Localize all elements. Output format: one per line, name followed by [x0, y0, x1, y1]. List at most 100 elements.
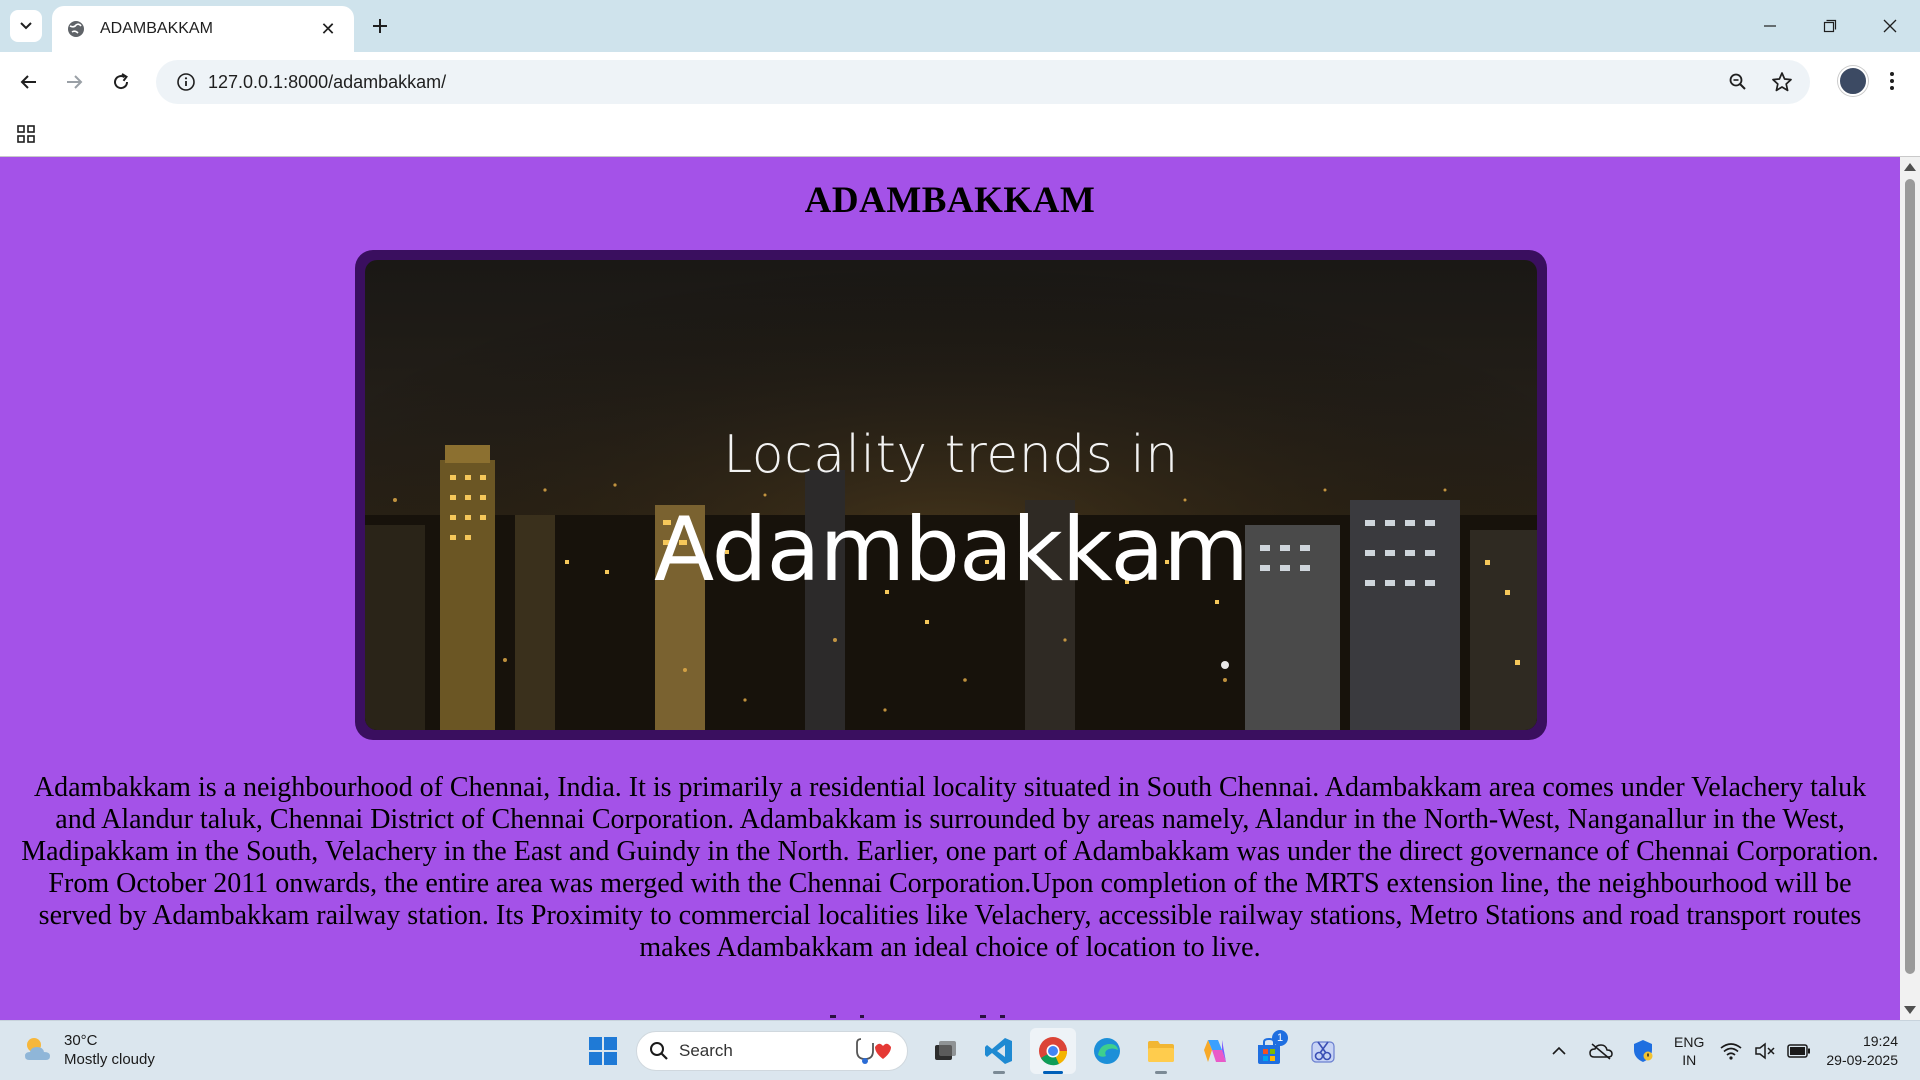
- taskbar-search[interactable]: Search: [636, 1031, 908, 1071]
- taskbar-apps: Search 1: [580, 1027, 1350, 1075]
- close-icon: [1883, 19, 1897, 33]
- wifi-icon: [1720, 1043, 1742, 1060]
- show-hidden-icons-button[interactable]: [1544, 1036, 1574, 1066]
- plus-icon: [373, 19, 387, 33]
- taskbar-snipping-tool[interactable]: [1300, 1028, 1346, 1074]
- hero-image-frame: Locality trends in Adambakkam: [355, 250, 1547, 740]
- profile-avatar[interactable]: [1838, 66, 1868, 96]
- city-skyline-illustration: [365, 260, 1537, 730]
- taskbar: 30°C Mostly cloudy Search 1 ENG IN 19:24…: [0, 1020, 1920, 1080]
- store-notification-badge: 1: [1272, 1030, 1288, 1046]
- browser-menu-button[interactable]: [1878, 66, 1906, 96]
- reload-icon: [114, 73, 129, 90]
- browser-toolbar: 127.0.0.1:8000/adambakkam/: [0, 52, 1920, 112]
- search-highlight-icon: [856, 1038, 891, 1064]
- window-controls: [1740, 0, 1920, 52]
- back-button[interactable]: [13, 66, 45, 98]
- info-icon: [177, 73, 195, 91]
- taskbar-task-view[interactable]: [922, 1028, 968, 1074]
- hero-subtitle: Locality trends in: [723, 425, 1179, 485]
- battery-tray-button[interactable]: [1784, 1036, 1814, 1066]
- apps-button[interactable]: [12, 120, 40, 148]
- scroll-up-arrow-icon[interactable]: [1904, 163, 1916, 171]
- scroll-thumb[interactable]: [1905, 179, 1915, 974]
- running-indicator: [993, 1071, 1005, 1074]
- search-placeholder: Search: [679, 1041, 733, 1060]
- taskbar-store[interactable]: 1: [1246, 1028, 1292, 1074]
- onedrive-tray-button[interactable]: [1586, 1036, 1616, 1066]
- volume-muted-icon: [1755, 1042, 1775, 1060]
- taskbar-copilot[interactable]: [1192, 1028, 1238, 1074]
- url-text[interactable]: 127.0.0.1:8000/adambakkam/: [208, 72, 1716, 93]
- clock[interactable]: 19:24 29-09-2025: [1826, 1032, 1898, 1070]
- restore-button[interactable]: [1800, 0, 1860, 52]
- zoom-button[interactable]: [1716, 60, 1760, 104]
- snipping-tool-icon: [1311, 1041, 1335, 1063]
- chrome-icon: [1039, 1037, 1068, 1066]
- copilot-icon: [1204, 1040, 1226, 1062]
- star-icon: [1772, 72, 1792, 92]
- region-code: IN: [1682, 1052, 1697, 1068]
- tab-strip: ADAMBAKKAM ✕: [0, 0, 1920, 52]
- taskbar-chrome[interactable]: [1030, 1028, 1076, 1074]
- scroll-down-arrow-icon[interactable]: [1904, 1006, 1916, 1014]
- running-indicator: [1155, 1071, 1167, 1074]
- apps-grid-icon: [17, 125, 35, 143]
- language-indicator[interactable]: ENG IN: [1674, 1033, 1704, 1069]
- chevron-up-icon: [1552, 1046, 1566, 1055]
- arrow-left-icon: [20, 75, 36, 89]
- hero-image: Locality trends in Adambakkam: [365, 260, 1537, 730]
- active-tab[interactable]: ADAMBAKKAM ✕: [52, 6, 354, 52]
- site-info-button[interactable]: [164, 60, 208, 104]
- weather-temperature: 30°C: [64, 1032, 98, 1049]
- vscode-icon: [985, 1038, 1012, 1064]
- reload-button[interactable]: [105, 66, 137, 98]
- hero-title: Adambakkam: [654, 498, 1249, 601]
- zoom-icon: [1729, 73, 1746, 90]
- chevron-down-icon: [20, 22, 32, 30]
- clock-date: 29-09-2025: [1826, 1052, 1898, 1068]
- search-icon: [650, 1042, 668, 1060]
- security-tray-button[interactable]: [1628, 1036, 1658, 1066]
- wifi-tray-button[interactable]: [1716, 1036, 1746, 1066]
- weather-condition: Mostly cloudy: [64, 1051, 155, 1068]
- tab-title: ADAMBAKKAM: [100, 20, 213, 37]
- taskbar-vscode[interactable]: [976, 1028, 1022, 1074]
- partially-visible-text-line: [830, 1015, 1005, 1018]
- task-view-icon: [935, 1041, 956, 1060]
- page-viewport: ADAMBAKKAM Locality trends in Adambakkam…: [0, 157, 1900, 1020]
- minimize-icon: [1764, 25, 1776, 27]
- minimize-button[interactable]: [1740, 0, 1800, 52]
- windows-logo-icon: [589, 1037, 617, 1065]
- taskbar-file-explorer[interactable]: [1138, 1028, 1184, 1074]
- tab-search-button[interactable]: [10, 10, 42, 42]
- restore-icon: [1823, 19, 1837, 33]
- arrow-right-icon: [67, 75, 83, 89]
- close-tab-icon[interactable]: ✕: [316, 17, 340, 41]
- weather-widget[interactable]: 30°C Mostly cloudy: [20, 1031, 155, 1069]
- folder-icon: [1148, 1041, 1174, 1062]
- partly-cloudy-icon: [25, 1038, 50, 1060]
- close-window-button[interactable]: [1860, 0, 1920, 52]
- active-indicator: [1043, 1071, 1063, 1074]
- language-code: ENG: [1674, 1034, 1705, 1050]
- globe-icon: [68, 21, 84, 37]
- forward-button[interactable]: [58, 66, 90, 98]
- shield-icon: [1634, 1040, 1653, 1062]
- edge-icon: [1094, 1038, 1120, 1064]
- weather-text: 30°C Mostly cloudy: [64, 1031, 155, 1069]
- start-button[interactable]: [580, 1028, 626, 1074]
- locality-description: Adambakkam is a neighbourhood of Chennai…: [21, 772, 1879, 963]
- clock-time: 19:24: [1862, 1033, 1898, 1049]
- bookmark-star-button[interactable]: [1760, 60, 1804, 104]
- new-tab-button[interactable]: [366, 12, 394, 40]
- page-scrollbar[interactable]: [1900, 157, 1920, 1020]
- taskbar-edge[interactable]: [1084, 1028, 1130, 1074]
- battery-icon: [1787, 1044, 1811, 1058]
- volume-tray-button[interactable]: [1750, 1036, 1780, 1066]
- address-bar[interactable]: 127.0.0.1:8000/adambakkam/: [156, 60, 1810, 104]
- cloud-offline-icon: [1589, 1043, 1613, 1060]
- more-vertical-icon: [1890, 72, 1894, 90]
- system-tray: ENG IN 19:24 29-09-2025: [1538, 1021, 1920, 1080]
- page-title: ADAMBAKKAM: [804, 180, 1096, 221]
